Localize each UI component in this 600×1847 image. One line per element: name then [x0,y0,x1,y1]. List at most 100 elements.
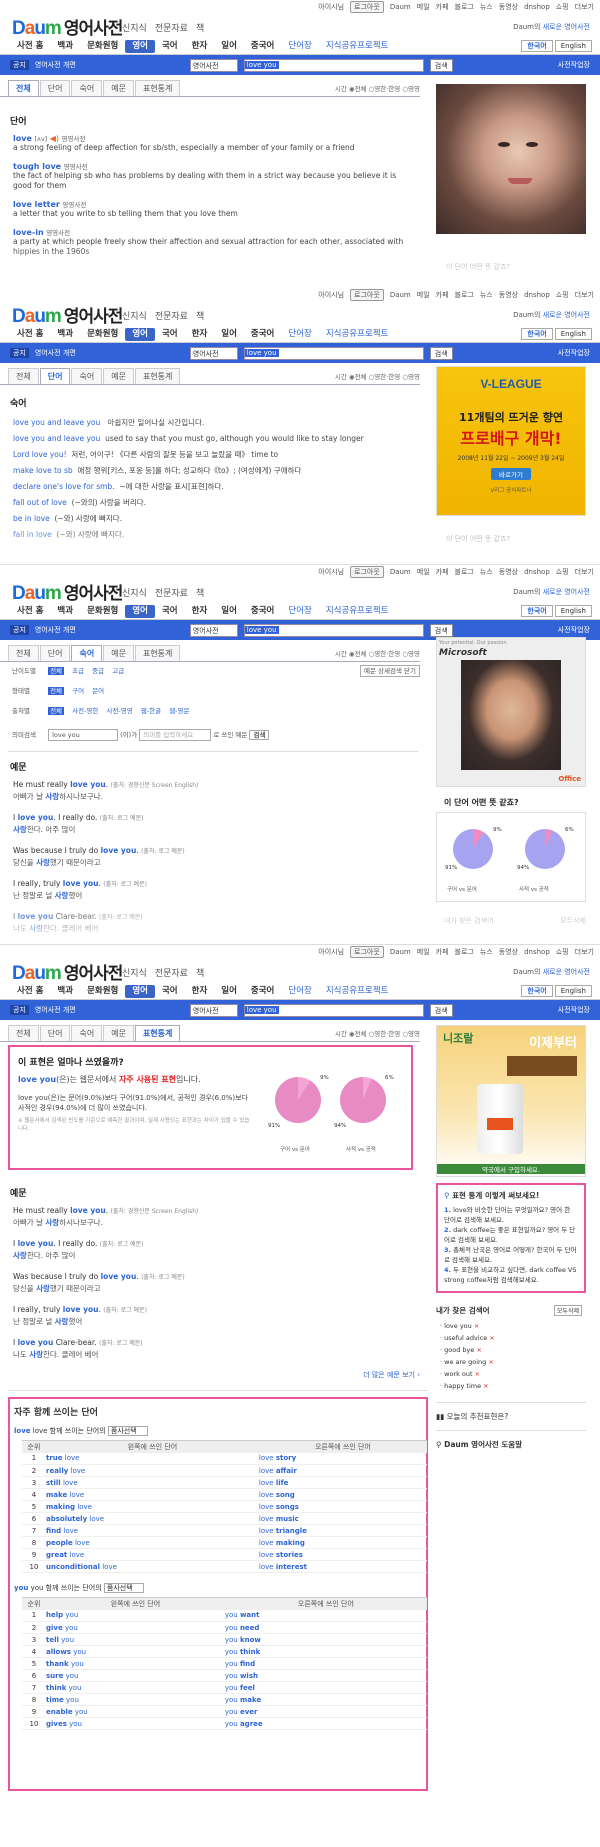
lang-english[interactable]: English [554,328,592,340]
util-link[interactable]: 블로그 [455,567,474,577]
nav-item-culture[interactable]: 문화원형 [80,40,125,53]
search-input[interactable]: love you [243,58,424,72]
lang-english[interactable]: English [554,40,592,52]
nav-item-chinese[interactable]: 중국어 [244,40,281,53]
meaning-search-button[interactable]: 검색 [249,730,270,740]
notice-text[interactable]: 영어사전 개편 [35,625,76,635]
tab-example[interactable]: 예문 [103,645,134,661]
header-link[interactable]: 전문자료 [155,966,188,979]
table-row[interactable]: 8 people love love making [22,1536,427,1549]
nav-item-knowledge[interactable]: 지식공유프로젝트 [319,605,396,618]
entry-word[interactable]: tough love [13,162,61,171]
table-row[interactable]: 7 think you you feel [22,1681,427,1694]
util-link[interactable]: 쇼핑 [556,2,569,12]
dict-select[interactable]: 영어사전 [189,58,238,72]
recent-item[interactable]: · we are going × [440,1356,586,1368]
util-link[interactable]: dnshop [524,3,550,11]
nav-item-home[interactable]: 사전 홈 [10,40,50,53]
nav-item-japanese[interactable]: 일어 [214,605,244,618]
nav-item-hanja[interactable]: 한자 [185,328,215,341]
nav-item-english[interactable]: 영어 [125,327,155,341]
logo[interactable]: Daum 영어사전 [12,14,123,40]
search-button[interactable]: 검색 [429,58,453,72]
logout-button[interactable]: 로그아웃 [350,566,384,578]
tab-all[interactable]: 전체 [8,645,39,661]
recent-item[interactable]: · happy time × [440,1380,586,1392]
util-link[interactable]: 쇼핑 [556,947,569,957]
nav-item-culture[interactable]: 문화원형 [80,328,125,341]
util-link[interactable]: Daum [390,3,411,11]
tab-idiom[interactable]: 숙어 [71,1025,103,1041]
table-row[interactable]: 3 still love love life [22,1476,427,1489]
lang-korean[interactable]: 한국어 [521,985,553,997]
table-row[interactable]: 6 absolutely love love music [22,1512,427,1525]
nav-item-knowledge[interactable]: 지식공유프로젝트 [319,40,396,53]
new-service-link[interactable]: Daum의 새로운 영어사전 [513,967,590,977]
table-row[interactable]: 6 sure you you wish [22,1669,427,1682]
nav-item-korean[interactable]: 국어 [155,40,185,53]
tab-example[interactable]: 예문 [103,80,134,96]
notice-text[interactable]: 영어사전 개편 [35,348,76,358]
util-link[interactable]: 동영상 [499,947,518,957]
tab-stats[interactable]: 표현통계 [134,80,181,96]
header-link[interactable]: 전문자료 [155,309,188,322]
nav-item-hanja[interactable]: 한자 [185,40,215,53]
recent-item[interactable]: · love you × [440,1320,586,1332]
util-link[interactable]: 동영상 [499,2,518,12]
table-row[interactable]: 3 tell you you know [22,1633,427,1646]
more-examples-link[interactable]: 더 많은 예문 보기 › [0,1370,420,1380]
recent-item[interactable]: · work out × [440,1368,586,1380]
nav-item-wordbook[interactable]: 단어장 [281,985,318,998]
workshop-link[interactable]: 사전작업장 [558,625,590,635]
util-link[interactable]: 메일 [417,2,430,12]
tab-all[interactable]: 전체 [8,368,39,384]
tab-word[interactable]: 단어 [39,368,71,384]
nav-item-encyclopedia[interactable]: 백과 [50,605,80,618]
nav-item-japanese[interactable]: 일어 [214,40,244,53]
new-service-link[interactable]: Daum의 새로운 영어사전 [513,310,590,320]
microsoft-ad[interactable]: Your potential. Our passion. Microsoft O… [436,637,586,787]
nav-item-hanja[interactable]: 한자 [185,605,215,618]
clear-recent-button[interactable]: 모두삭제 [553,1305,582,1316]
nav-item-wordbook[interactable]: 단어장 [281,605,318,618]
table-row[interactable]: 9 great love love stories [22,1548,427,1561]
table-row[interactable]: 9 enable you you ever [22,1705,427,1718]
nizoral-ad[interactable]: 니조랄 이제부터 약국에서 구입하세요. [436,1025,586,1177]
header-link[interactable]: 신지식 [122,21,147,34]
recent-item[interactable]: · good bye × [440,1344,586,1356]
tab-word[interactable]: 단어 [39,1025,71,1041]
header-link[interactable]: 신지식 [122,309,147,322]
header-link[interactable]: 전문자료 [155,586,188,599]
meaning-input[interactable]: 의미를 입력하세요 [139,729,212,741]
table-row[interactable]: 7 find love love triangle [22,1524,427,1537]
table-row[interactable]: 5 thank you you find [22,1657,427,1670]
util-link[interactable]: 메일 [417,290,430,300]
table-row[interactable]: 5 making love love songs [22,1500,427,1513]
nav-item-culture[interactable]: 문화원형 [80,985,125,998]
util-link[interactable]: 카페 [436,947,449,957]
dict-select[interactable]: 영어사전 [189,346,238,360]
header-link[interactable]: 신지식 [122,966,147,979]
util-link[interactable]: 카페 [436,567,449,577]
util-link[interactable]: 뉴스 [480,290,493,300]
util-link[interactable]: Daum [390,948,411,956]
nav-item-chinese[interactable]: 중국어 [244,328,281,341]
search-input[interactable]: love you [243,1003,424,1017]
tab-word[interactable]: 단어 [39,645,71,661]
logo[interactable]: Daum 영어사전 [12,302,123,328]
help-link[interactable]: ⚲ Daum 영어사전 도움말 [436,1430,586,1450]
tab-all[interactable]: 전체 [8,80,39,96]
header-link[interactable]: 책 [196,21,204,34]
nav-item-korean[interactable]: 국어 [155,328,185,341]
nav-item-culture[interactable]: 문화원형 [80,605,125,618]
tab-example[interactable]: 예문 [103,368,134,384]
search-button[interactable]: 검색 [429,623,453,637]
meaning-word-input[interactable]: love you [48,729,119,741]
ad-go-button[interactable]: 바로가기 [491,468,531,480]
nav-item-korean[interactable]: 국어 [155,985,185,998]
tab-all[interactable]: 전체 [8,1025,39,1041]
util-link[interactable]: 메일 [417,567,430,577]
search-input[interactable]: love you [243,346,424,360]
table-row[interactable]: 10 unconditional love love interest [22,1560,427,1573]
table-row[interactable]: 8 time you you make [22,1693,427,1706]
